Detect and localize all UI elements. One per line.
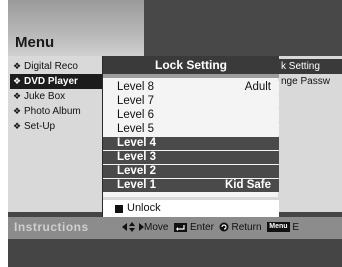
level-option-7[interactable]: Level 7: [103, 95, 279, 108]
diamond-bullet-icon: ❖: [13, 106, 22, 116]
level-option-5[interactable]: Level 5: [103, 123, 279, 136]
submenu-list: k Setting nge Passw: [278, 56, 342, 212]
menu-item-digital-recorder[interactable]: ❖ Digital Reco: [10, 59, 102, 74]
level-option-1[interactable]: Level 1 Kid Safe: [103, 179, 279, 192]
bottom-strip: [8, 239, 342, 267]
key-hints: Move Enter Return Menu E: [122, 222, 299, 233]
header-dark-panel: [144, 0, 342, 56]
move-arrows-icon: [122, 222, 144, 233]
instructions-bar: Instructions Move Enter Return Menu E: [8, 217, 342, 239]
dialog-title: Lock Setting: [103, 56, 279, 74]
lock-setting-dialog: Lock Setting Level 8 Adult Level 7 Level…: [102, 56, 279, 217]
level-option-4[interactable]: Level 4: [103, 137, 279, 150]
unlock-square-icon: [115, 205, 123, 213]
diamond-bullet-icon: ❖: [13, 76, 22, 86]
menu-title: Menu: [15, 34, 55, 51]
unlock-option[interactable]: Unlock: [103, 200, 279, 217]
submenu-item-change-password[interactable]: nge Passw: [278, 74, 342, 89]
exit-hint: E: [292, 222, 300, 233]
level-option-8[interactable]: Level 8 Adult: [103, 81, 279, 94]
rating-tag: Adult: [244, 81, 271, 93]
menu-key-icon: Menu: [267, 222, 290, 233]
level-option-3[interactable]: Level 3: [103, 151, 279, 164]
menu-item-photo-album[interactable]: ❖ Photo Album: [10, 104, 102, 119]
move-hint: Move: [144, 222, 169, 233]
menu-item-set-up[interactable]: ❖ Set-Up: [10, 119, 102, 134]
return-hint: Return: [231, 222, 262, 233]
enter-hint: Enter: [190, 222, 214, 233]
diamond-bullet-icon: ❖: [13, 61, 22, 71]
menu-item-juke-box[interactable]: ❖ Juke Box: [10, 89, 102, 104]
return-icon: [219, 222, 229, 232]
main-menu-list: ❖ Digital Reco ❖ DVD Player ❖ Juke Box ❖ Pho…: [8, 56, 102, 212]
enter-key-icon: [174, 222, 188, 232]
tv-screen: Menu ❖ Digital Reco ❖ DVD Player ❖ Juke Box…: [8, 0, 342, 267]
title-divider: [103, 74, 279, 78]
level-option-2[interactable]: Level 2: [103, 165, 279, 178]
submenu-item-lock-setting[interactable]: k Setting: [278, 59, 342, 74]
diamond-bullet-icon: ❖: [13, 121, 22, 131]
instructions-label: Instructions: [14, 220, 89, 234]
level-option-6[interactable]: Level 6: [103, 109, 279, 122]
rating-tag: Kid Safe: [224, 179, 271, 191]
menu-item-dvd-player[interactable]: ❖ DVD Player: [10, 74, 102, 89]
diamond-bullet-icon: ❖: [13, 91, 22, 101]
